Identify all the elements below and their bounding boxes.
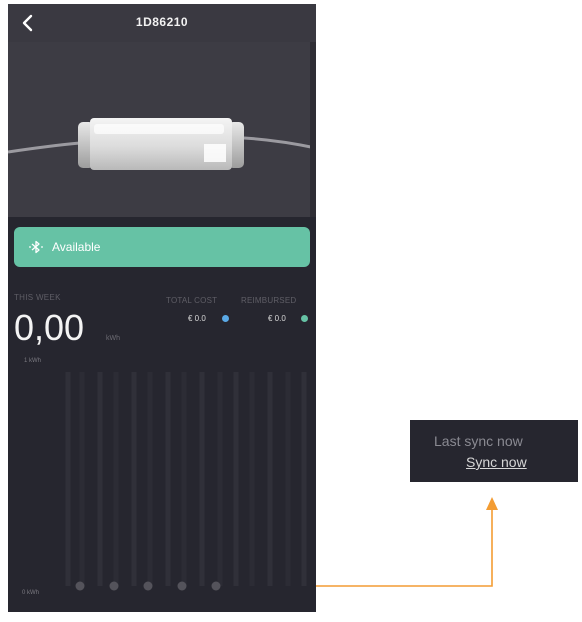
bluetooth-icon (28, 239, 44, 255)
chart-point (109, 581, 119, 591)
charger-image (8, 42, 316, 217)
energy-value: 0,00 (14, 307, 85, 348)
total-cost-dot (222, 315, 229, 322)
weekly-energy-chart (65, 372, 307, 591)
reimbursed-dot (301, 315, 308, 322)
chart-point (211, 581, 221, 591)
chart-point (75, 581, 85, 591)
chart-point (143, 581, 153, 591)
charger-illustration (8, 118, 316, 170)
chart-point (177, 581, 187, 591)
reimbursed-label: REIMBURSED (241, 296, 297, 305)
hero-edge-shade (310, 42, 316, 217)
sync-now-button[interactable]: Sync now (466, 454, 527, 470)
energy-unit: kWh (106, 335, 120, 342)
week-label: THIS WEEK (14, 293, 61, 302)
total-cost-label: TOTAL COST (166, 296, 218, 305)
total-cost-value: € 0.0 (188, 314, 206, 323)
status-available-bar[interactable]: Available (14, 227, 310, 267)
sync-panel: Last sync now Sync now (410, 420, 578, 482)
app-header: 1D86210 (8, 4, 316, 42)
last-sync-label: Last sync now (434, 433, 523, 449)
reimbursed-value: € 0.0 (268, 314, 286, 323)
charger-id-title: 1D86210 (135, 15, 189, 29)
status-label: Available (52, 240, 101, 254)
phone-screen: 1D86210 Available THIS WEEK 0,00 kWh TOT… (8, 4, 316, 612)
